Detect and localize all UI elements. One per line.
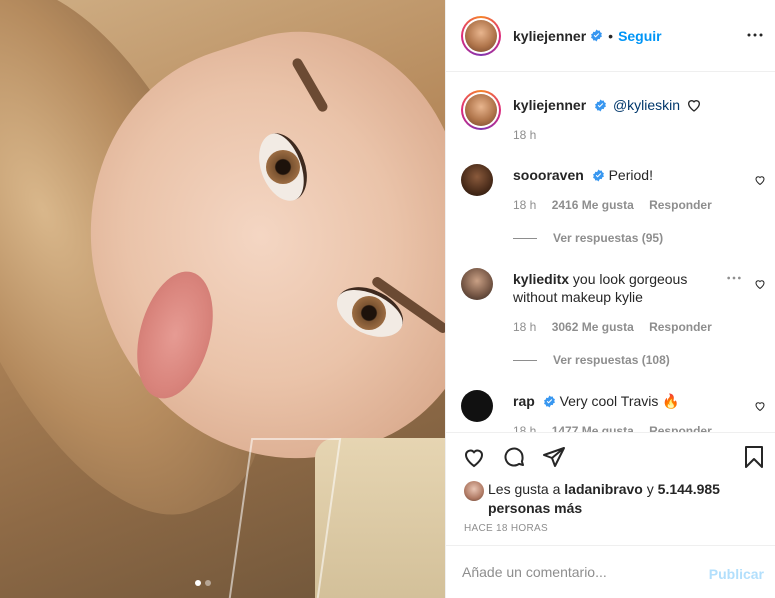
likes-prefix: Les gusta a — [488, 481, 561, 497]
comments-list[interactable]: kyliejenner @kylieskin 18 h soooraven Pe… — [446, 72, 775, 432]
caption-username[interactable]: kyliejenner — [513, 97, 586, 113]
comment-time[interactable]: 18 h — [513, 320, 536, 334]
comment-bubble-icon[interactable] — [502, 445, 526, 469]
post-header: kyliejenner • Seguir — [446, 0, 775, 72]
verified-badge-icon — [592, 169, 604, 182]
comment-avatar[interactable] — [461, 268, 493, 300]
comment-like-heart-icon[interactable] — [754, 400, 766, 412]
photo-iris-upper — [266, 150, 300, 184]
comment-meta: 18 h 2416 Me gusta Responder — [513, 198, 724, 212]
verified-badge-icon — [591, 29, 603, 42]
share-direct-icon[interactable] — [542, 445, 566, 469]
liker-username[interactable]: ladanibravo — [564, 481, 643, 497]
verified-badge-icon — [595, 99, 606, 112]
post-time-ago[interactable]: HACE 18 HORAS — [464, 523, 548, 534]
view-replies-button[interactable]: Ver respuestas (95) — [513, 231, 663, 245]
comment-more-icon[interactable] — [726, 274, 742, 282]
likes-connector: y — [646, 481, 654, 497]
header-separator: • — [608, 27, 614, 44]
comment-like-heart-icon[interactable] — [754, 174, 766, 186]
publish-button[interactable]: Publicar — [709, 566, 764, 582]
caption-time[interactable]: 18 h — [513, 128, 536, 142]
comment-meta: 18 h 3062 Me gusta Responder — [513, 320, 724, 334]
verified-badge-icon — [543, 395, 555, 408]
comment-username[interactable]: soooraven — [513, 167, 584, 183]
add-comment-bar: Publicar — [446, 545, 775, 598]
post-actions-bar — [446, 432, 775, 482]
comment-username[interactable]: rap — [513, 393, 535, 409]
post-photo[interactable] — [0, 0, 445, 598]
save-bookmark-icon[interactable] — [742, 445, 766, 469]
comment-username[interactable]: kylieditx — [513, 271, 569, 287]
more-options-icon[interactable] — [746, 26, 764, 44]
comment-text: Very cool Travis 🔥 — [559, 393, 680, 409]
author-username[interactable]: kyliejenner — [513, 28, 586, 44]
carousel-dots — [195, 580, 211, 586]
reply-button[interactable]: Responder — [649, 198, 712, 212]
comment-time[interactable]: 18 h — [513, 424, 536, 432]
carousel-dot[interactable] — [205, 580, 211, 586]
author-avatar-image — [465, 19, 497, 52]
post-side-panel: kyliejenner • Seguir kyliejenner @kylies… — [445, 0, 775, 598]
comment-time[interactable]: 18 h — [513, 198, 536, 212]
comment-likes[interactable]: 2416 Me gusta — [552, 198, 634, 212]
like-heart-icon[interactable] — [462, 445, 486, 469]
heart-outline-icon — [687, 100, 700, 112]
follow-button[interactable]: Seguir — [618, 28, 662, 44]
comment-input[interactable] — [462, 564, 692, 580]
comment-meta: 18 h 1477 Me gusta Responder — [513, 424, 724, 432]
comment-text: Period! — [608, 167, 653, 183]
author-avatar[interactable] — [461, 15, 501, 56]
comment-likes[interactable]: 3062 Me gusta — [552, 320, 634, 334]
comment-avatar[interactable] — [461, 390, 493, 422]
comment-like-heart-icon[interactable] — [754, 278, 766, 290]
liker-avatar[interactable] — [464, 481, 484, 501]
carousel-dot-active — [195, 580, 201, 586]
view-replies-label: Ver respuestas (108) — [553, 353, 670, 367]
caption-mention-link[interactable]: @kylieskin — [613, 97, 680, 113]
photo-iris-lower — [352, 296, 386, 330]
post-caption: kyliejenner @kylieskin 18 h — [461, 90, 702, 142]
view-replies-button[interactable]: Ver respuestas (108) — [513, 353, 670, 367]
view-replies-label: Ver respuestas (95) — [553, 231, 664, 245]
reply-button[interactable]: Responder — [649, 320, 712, 334]
comment-avatar[interactable] — [461, 164, 493, 196]
comment-likes[interactable]: 1477 Me gusta — [552, 424, 634, 432]
reply-button[interactable]: Responder — [649, 424, 712, 432]
caption-avatar[interactable] — [461, 90, 501, 130]
